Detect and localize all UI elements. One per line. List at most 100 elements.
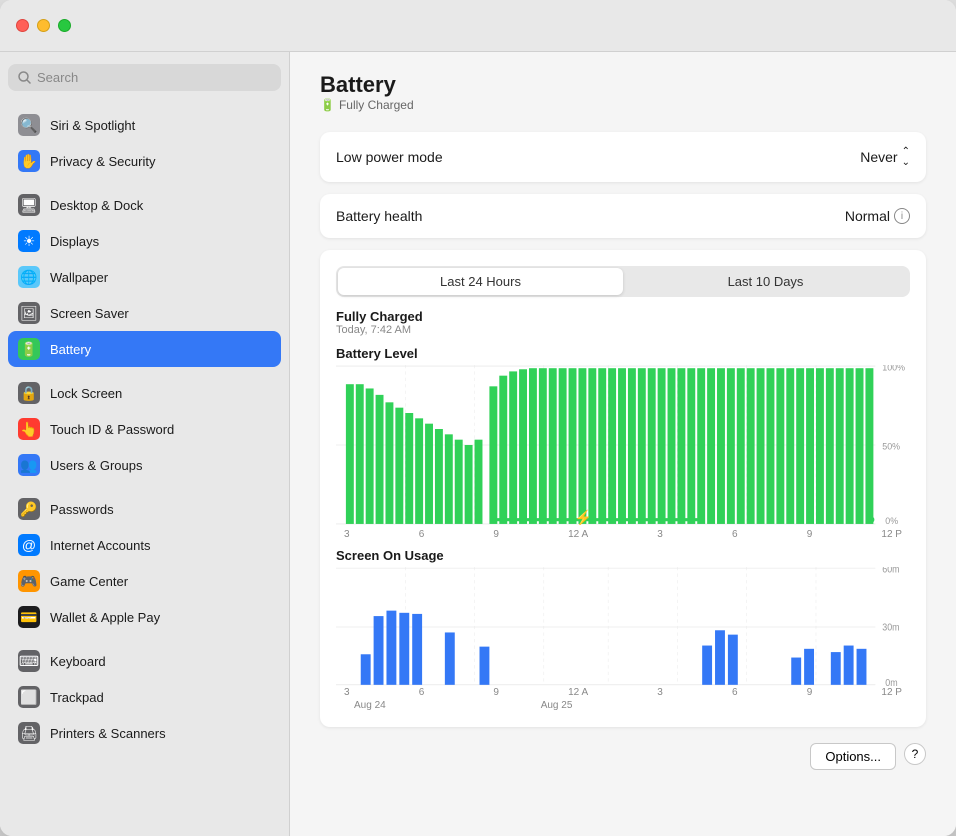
sidebar-item-keyboard[interactable]: ⌨ Keyboard <box>8 643 281 679</box>
sidebar-label-printers-scanners: Printers & Scanners <box>50 726 166 741</box>
info-icon[interactable]: i <box>894 208 910 224</box>
minimize-button[interactable] <box>37 19 50 32</box>
screen-usage-chart: 60m 30m 0m <box>336 567 910 687</box>
charged-time: Today, 7:42 AM <box>336 324 910 336</box>
battery-health-label: Battery health <box>336 208 422 224</box>
sidebar-item-wallet-apple-pay[interactable]: 💳 Wallet & Apple Pay <box>8 599 281 635</box>
lock-screen-icon: 🔒 <box>18 382 40 404</box>
game-center-icon: 🎮 <box>18 570 40 592</box>
sidebar-item-screen-saver[interactable]: 🖼 Screen Saver <box>8 295 281 331</box>
low-power-mode-value[interactable]: Never ⌃⌄ <box>860 146 910 168</box>
sidebar-label-screen-saver: Screen Saver <box>50 306 129 321</box>
search-icon <box>18 71 31 84</box>
sidebar-label-wallet-apple-pay: Wallet & Apple Pay <box>50 610 160 625</box>
system-preferences-window: 🔍 Siri & Spotlight ✋ Privacy & Security 🖥 Des… <box>0 0 956 836</box>
segment-24h[interactable]: Last 24 Hours <box>338 268 623 295</box>
sidebar-label-users-groups: Users & Groups <box>50 458 142 473</box>
internet-accounts-icon: @ <box>18 534 40 556</box>
battery-chart-svg: ⚡ 100% 50% 0% <box>336 365 910 525</box>
battery-icon: 🔋 <box>320 98 335 112</box>
aug24-label: Aug 24 <box>354 700 386 711</box>
sidebar-item-privacy-security[interactable]: ✋ Privacy & Security <box>8 143 281 179</box>
sidebar-label-keyboard: Keyboard <box>50 654 106 669</box>
sidebar-items-list: 🔍 Siri & Spotlight ✋ Privacy & Security 🖥 Des… <box>8 107 281 751</box>
sidebar-label-internet-accounts: Internet Accounts <box>50 538 150 553</box>
svg-text:100%: 100% <box>882 365 905 372</box>
sidebar-label-desktop-dock: Desktop & Dock <box>50 198 143 213</box>
search-input[interactable] <box>37 70 271 85</box>
battery-x-axis: 3 6 9 12 A 3 6 9 12 P <box>336 529 910 540</box>
sidebar-label-wallpaper: Wallpaper <box>50 270 108 285</box>
sidebar-item-touch-id[interactable]: 👆Touch ID & Password <box>8 411 281 447</box>
sidebar-item-internet-accounts[interactable]: @ Internet Accounts <box>8 527 281 563</box>
trackpad-icon: ⬜ <box>18 686 40 708</box>
sidebar-label-siri-spotlight: Siri & Spotlight <box>50 118 135 133</box>
svg-text:50%: 50% <box>882 441 900 451</box>
wallet-apple-pay-icon: 💳 <box>18 606 40 628</box>
sidebar-item-wallpaper[interactable]: 🌐 Wallpaper <box>8 259 281 295</box>
options-button[interactable]: Options... <box>810 743 896 770</box>
sidebar-item-printers-scanners[interactable]: 🖨 Printers & Scanners <box>8 715 281 751</box>
printers-scanners-icon: 🖨 <box>18 722 40 744</box>
battery-health-row: Battery health Normal i <box>320 194 926 238</box>
close-button[interactable] <box>16 19 29 32</box>
desktop-dock-icon: 🖥 <box>18 194 40 216</box>
battery-level-chart: ⚡ 100% 50% 0% <box>336 365 910 525</box>
sidebar-item-siri-spotlight[interactable]: 🔍 Siri & Spotlight <box>8 107 281 143</box>
sidebar-label-trackpad: Trackpad <box>50 690 104 705</box>
screen-usage-chart-wrapper: 60m 30m 0m 3 6 9 12 A 3 6 9 12 <box>336 567 910 711</box>
chevron-updown-icon: ⌃⌄ <box>902 146 910 168</box>
segment-control: Last 24 Hours Last 10 Days <box>336 266 910 297</box>
keyboard-icon: ⌨ <box>18 650 40 672</box>
sidebar-label-passwords: Passwords <box>50 502 114 517</box>
battery-icon: 🔋 <box>18 338 40 360</box>
users-groups-icon: 👥 <box>18 454 40 476</box>
segment-10d[interactable]: Last 10 Days <box>623 268 908 295</box>
screen-usage-title: Screen On Usage <box>336 548 910 563</box>
battery-health-value: Normal i <box>845 208 910 224</box>
siri-spotlight-icon: 🔍 <box>18 114 40 136</box>
sidebar-item-battery[interactable]: 🔋 Battery <box>8 331 281 367</box>
sidebar-label-lock-screen: Lock Screen <box>50 386 122 401</box>
date-labels: Aug 24 Aug 25 <box>336 700 910 711</box>
sidebar: 🔍 Siri & Spotlight ✋ Privacy & Security 🖥 Des… <box>0 52 290 836</box>
search-box <box>8 64 281 91</box>
battery-header: Battery 🔋 Fully Charged <box>320 72 926 112</box>
sidebar-divider <box>8 367 281 375</box>
sidebar-divider <box>8 635 281 643</box>
svg-text:60m: 60m <box>882 567 899 575</box>
sidebar-item-users-groups[interactable]: 👥 Users & Groups <box>8 447 281 483</box>
battery-status-text: Fully Charged <box>339 98 414 112</box>
sidebar-divider <box>8 179 281 187</box>
footer-row: Options... ? <box>320 743 926 770</box>
sidebar-label-game-center: Game Center <box>50 574 128 589</box>
sidebar-item-trackpad[interactable]: ⬜ Trackpad <box>8 679 281 715</box>
battery-level-chart-wrapper: ⚡ 100% 50% 0% 3 6 9 <box>336 365 910 540</box>
screen-x-axis: 3 6 9 12 A 3 6 9 12 P <box>336 687 910 698</box>
sidebar-item-lock-screen[interactable]: 🔒 Lock Screen <box>8 375 281 411</box>
battery-status: 🔋 Fully Charged <box>320 98 414 112</box>
privacy-security-icon: ✋ <box>18 150 40 172</box>
fully-charged-label: Fully Charged <box>336 309 910 324</box>
sidebar-item-displays[interactable]: ☀Displays <box>8 223 281 259</box>
titlebar <box>0 0 956 52</box>
aug25-label: Aug 25 <box>541 700 573 711</box>
maximize-button[interactable] <box>58 19 71 32</box>
svg-text:⚡: ⚡ <box>575 508 592 525</box>
sidebar-item-passwords[interactable]: 🔑Passwords <box>8 491 281 527</box>
sidebar-item-desktop-dock[interactable]: 🖥 Desktop & Dock <box>8 187 281 223</box>
battery-chart-card: Last 24 Hours Last 10 Days Fully Charged… <box>320 250 926 727</box>
sidebar-label-battery: Battery <box>50 342 91 357</box>
battery-level-title: Battery Level <box>336 346 910 361</box>
sidebar-divider <box>8 483 281 491</box>
svg-text:0m: 0m <box>885 678 898 687</box>
screen-saver-icon: 🖼 <box>18 302 40 324</box>
wallpaper-icon: 🌐 <box>18 266 40 288</box>
sidebar-label-privacy-security: Privacy & Security <box>50 154 155 169</box>
sidebar-label-displays: Displays <box>50 234 99 249</box>
svg-text:0%: 0% <box>885 516 898 525</box>
sidebar-item-game-center[interactable]: 🎮 Game Center <box>8 563 281 599</box>
low-power-mode-row: Low power mode Never ⌃⌄ <box>320 132 926 182</box>
svg-text:30m: 30m <box>882 622 899 632</box>
help-button[interactable]: ? <box>904 743 926 765</box>
